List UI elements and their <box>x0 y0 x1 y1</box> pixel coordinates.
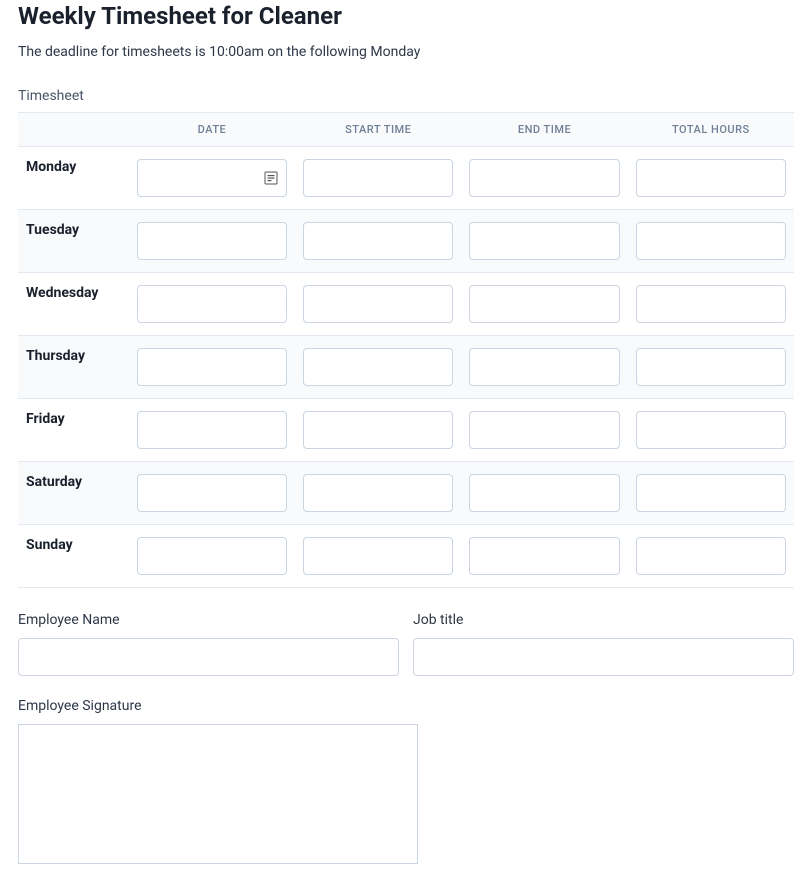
date-input[interactable] <box>137 285 287 323</box>
end-input[interactable] <box>469 474 619 512</box>
col-date: DATE <box>129 113 295 147</box>
day-label: Thursday <box>18 336 129 399</box>
page-subtitle: The deadline for timesheets is 10:00am o… <box>18 44 794 60</box>
table-row: Thursday <box>18 336 794 399</box>
day-label: Monday <box>18 147 129 210</box>
job-title-input[interactable] <box>413 638 794 676</box>
job-title-group: Job title <box>413 612 794 676</box>
timesheet-label: Timesheet <box>18 88 794 104</box>
end-input[interactable] <box>469 159 619 197</box>
employee-name-input[interactable] <box>18 638 399 676</box>
end-input[interactable] <box>469 285 619 323</box>
table-row: Wednesday <box>18 273 794 336</box>
col-day <box>18 113 129 147</box>
start-input[interactable] <box>303 474 453 512</box>
page-title: Weekly Timesheet for Cleaner <box>18 2 794 30</box>
start-input[interactable] <box>303 285 453 323</box>
start-input[interactable] <box>303 348 453 386</box>
total-input[interactable] <box>636 285 786 323</box>
day-label: Sunday <box>18 525 129 588</box>
start-input[interactable] <box>303 537 453 575</box>
col-start: START TIME <box>295 113 461 147</box>
start-input[interactable] <box>303 222 453 260</box>
signature-pad[interactable] <box>18 724 418 864</box>
end-input[interactable] <box>469 537 619 575</box>
employee-name-label: Employee Name <box>18 612 399 628</box>
end-input[interactable] <box>469 348 619 386</box>
table-row: Monday <box>18 147 794 210</box>
total-input[interactable] <box>636 537 786 575</box>
total-input[interactable] <box>636 411 786 449</box>
total-input[interactable] <box>636 348 786 386</box>
employee-name-group: Employee Name <box>18 612 399 676</box>
table-row: Saturday <box>18 462 794 525</box>
table-row: Sunday <box>18 525 794 588</box>
date-input[interactable] <box>137 348 287 386</box>
signature-label: Employee Signature <box>18 698 794 714</box>
day-label: Tuesday <box>18 210 129 273</box>
start-input[interactable] <box>303 159 453 197</box>
job-title-label: Job title <box>413 612 794 628</box>
end-input[interactable] <box>469 411 619 449</box>
col-end: END TIME <box>461 113 627 147</box>
date-input[interactable] <box>137 537 287 575</box>
col-total: TOTAL HOURS <box>628 113 794 147</box>
day-label: Wednesday <box>18 273 129 336</box>
date-input[interactable] <box>137 159 287 197</box>
table-row: Friday <box>18 399 794 462</box>
timesheet-table: DATE START TIME END TIME TOTAL HOURS Mon… <box>18 112 794 588</box>
total-input[interactable] <box>636 222 786 260</box>
total-input[interactable] <box>636 474 786 512</box>
table-row: Tuesday <box>18 210 794 273</box>
end-input[interactable] <box>469 222 619 260</box>
day-label: Saturday <box>18 462 129 525</box>
start-input[interactable] <box>303 411 453 449</box>
date-input[interactable] <box>137 222 287 260</box>
date-input[interactable] <box>137 411 287 449</box>
total-input[interactable] <box>636 159 786 197</box>
date-input[interactable] <box>137 474 287 512</box>
day-label: Friday <box>18 399 129 462</box>
